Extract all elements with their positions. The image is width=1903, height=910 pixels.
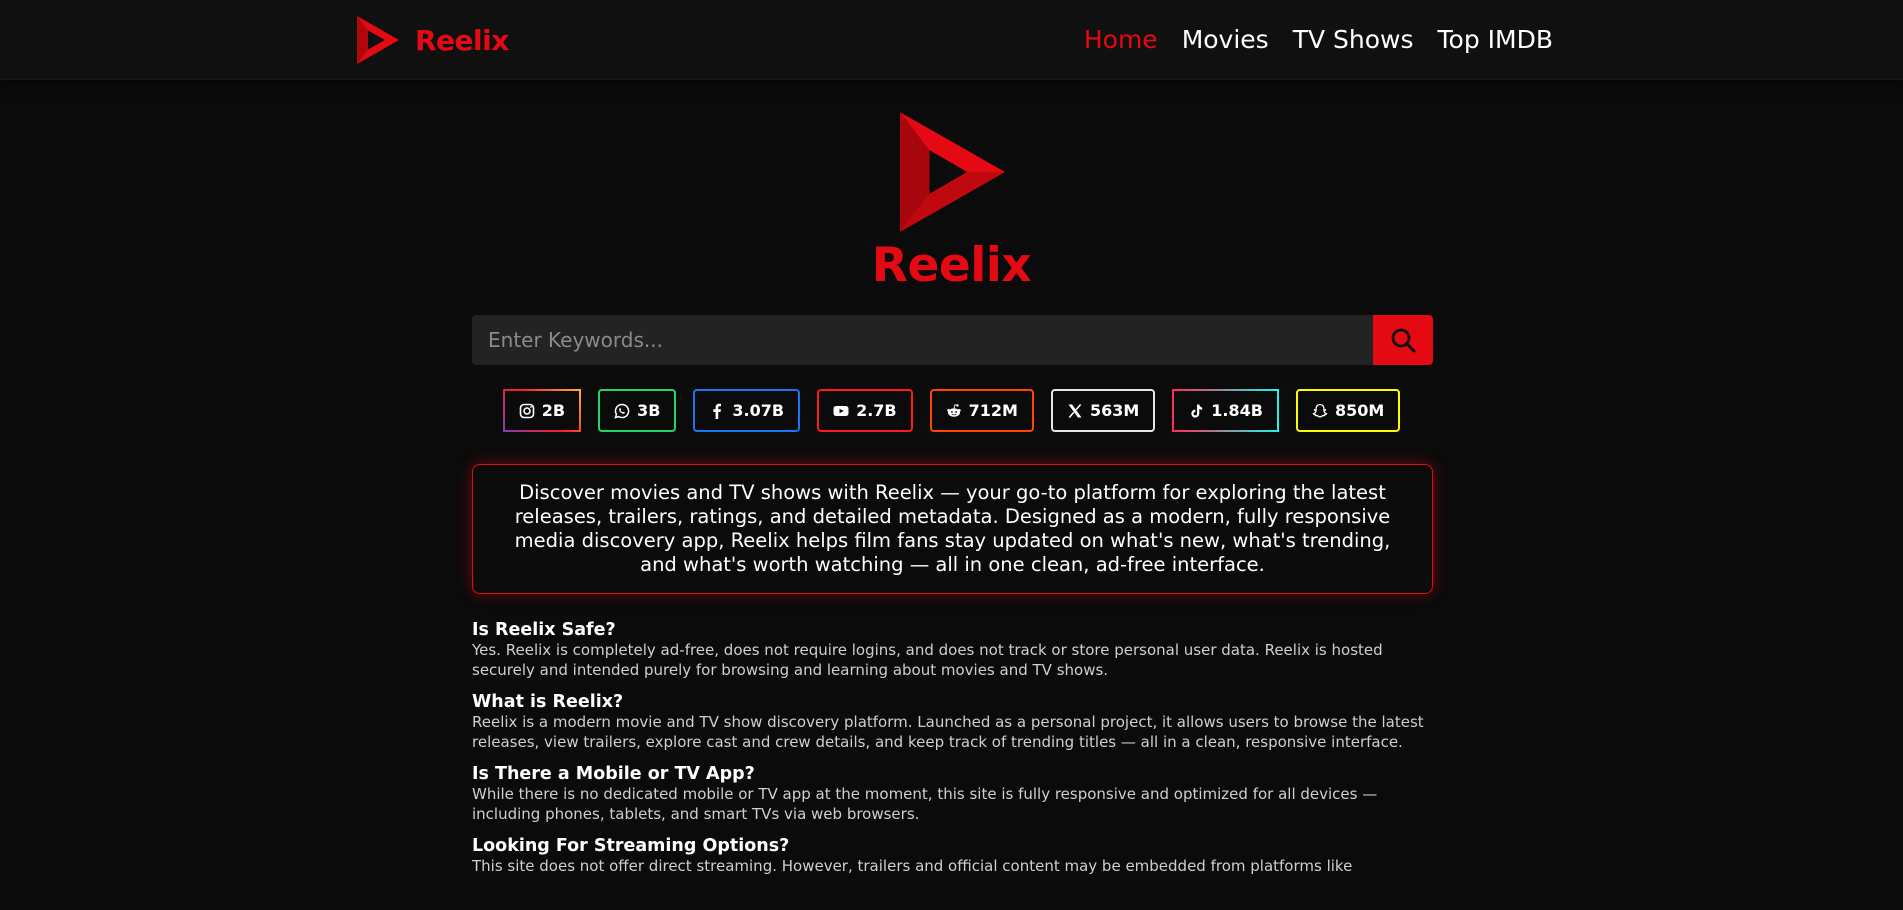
whatsapp-icon — [614, 403, 630, 419]
social-count: 1.84B — [1211, 401, 1263, 420]
faq-item: Is There a Mobile or TV App? While there… — [472, 763, 1433, 824]
social-badge-reddit[interactable]: 712M — [929, 389, 1034, 432]
faq-answer: This site does not offer direct streamin… — [472, 857, 1353, 875]
search-form — [472, 315, 1433, 365]
tiktok-icon — [1191, 404, 1203, 418]
social-stats-row: 2B 3B 3.07B 2.7B 712M 563M 1.84B 850M — [0, 389, 1903, 432]
social-count: 712M — [968, 401, 1018, 420]
social-badge-x[interactable]: 563M — [1050, 389, 1156, 432]
faq-item: What is Reelix? Reelix is a modern movie… — [472, 691, 1433, 752]
youtube-icon — [833, 405, 849, 416]
social-count: 3B — [637, 401, 661, 420]
social-badge-tiktok[interactable]: 1.84B — [1172, 389, 1279, 432]
reddit-icon — [946, 403, 961, 417]
social-badge-whatsapp[interactable]: 3B — [598, 389, 677, 432]
faq-answer: Reelix is a modern movie and TV show dis… — [472, 713, 1424, 751]
faq-section: Is Reelix Safe? Yes. Reelix is completel… — [472, 619, 1433, 888]
intro-text: Discover movies and TV shows with Reelix… — [514, 481, 1391, 576]
search-button[interactable] — [1373, 315, 1433, 365]
social-count: 563M — [1089, 401, 1140, 420]
faq-item: Looking For Streaming Options? This site… — [472, 835, 1433, 877]
social-count: 850M — [1334, 401, 1385, 420]
faq-answer: Yes. Reelix is completely ad-free, does … — [472, 641, 1383, 679]
facebook-icon — [713, 403, 722, 419]
faq-question: Is Reelix Safe? — [472, 620, 616, 640]
x-icon — [1068, 403, 1082, 418]
snapchat-icon — [1312, 403, 1328, 418]
faq-item: Is Reelix Safe? Yes. Reelix is completel… — [472, 619, 1433, 680]
faq-question: What is Reelix? — [472, 692, 624, 712]
top-navbar: Reelix Home Movies TV Shows Top IMDB — [0, 0, 1903, 80]
social-count: 2B — [541, 401, 566, 420]
faq-question: Is There a Mobile or TV App? — [472, 764, 755, 784]
play-logo-icon — [900, 112, 1005, 232]
hero-title: Reelix — [871, 238, 1032, 293]
faq-answer: While there is no dedicated mobile or TV… — [472, 785, 1378, 823]
instagram-icon — [519, 403, 535, 418]
nav-top-imdb-link[interactable]: Top IMDB — [1438, 24, 1553, 56]
search-icon — [1391, 328, 1416, 353]
search-input[interactable] — [472, 315, 1373, 365]
social-badge-youtube[interactable]: 2.7B — [817, 389, 913, 432]
social-badge-snapchat[interactable]: 850M — [1295, 389, 1401, 432]
nav-tv-shows-link[interactable]: TV Shows — [1293, 24, 1414, 56]
social-badge-instagram[interactable]: 2B — [502, 389, 582, 432]
main-nav: Home Movies TV Shows Top IMDB — [1084, 24, 1553, 56]
play-logo-icon — [357, 16, 399, 64]
nav-movies-link[interactable]: Movies — [1182, 24, 1269, 56]
brand-name: Reelix — [415, 23, 509, 57]
social-badge-facebook[interactable]: 3.07B — [693, 389, 801, 432]
intro-box: Discover movies and TV shows with Reelix… — [472, 464, 1433, 594]
faq-question: Looking For Streaming Options? — [472, 836, 790, 856]
social-count: 2.7B — [856, 401, 897, 420]
brand-home-link[interactable]: Reelix — [357, 16, 509, 64]
nav-home-link[interactable]: Home — [1084, 24, 1158, 56]
social-count: 3.07B — [732, 401, 785, 420]
